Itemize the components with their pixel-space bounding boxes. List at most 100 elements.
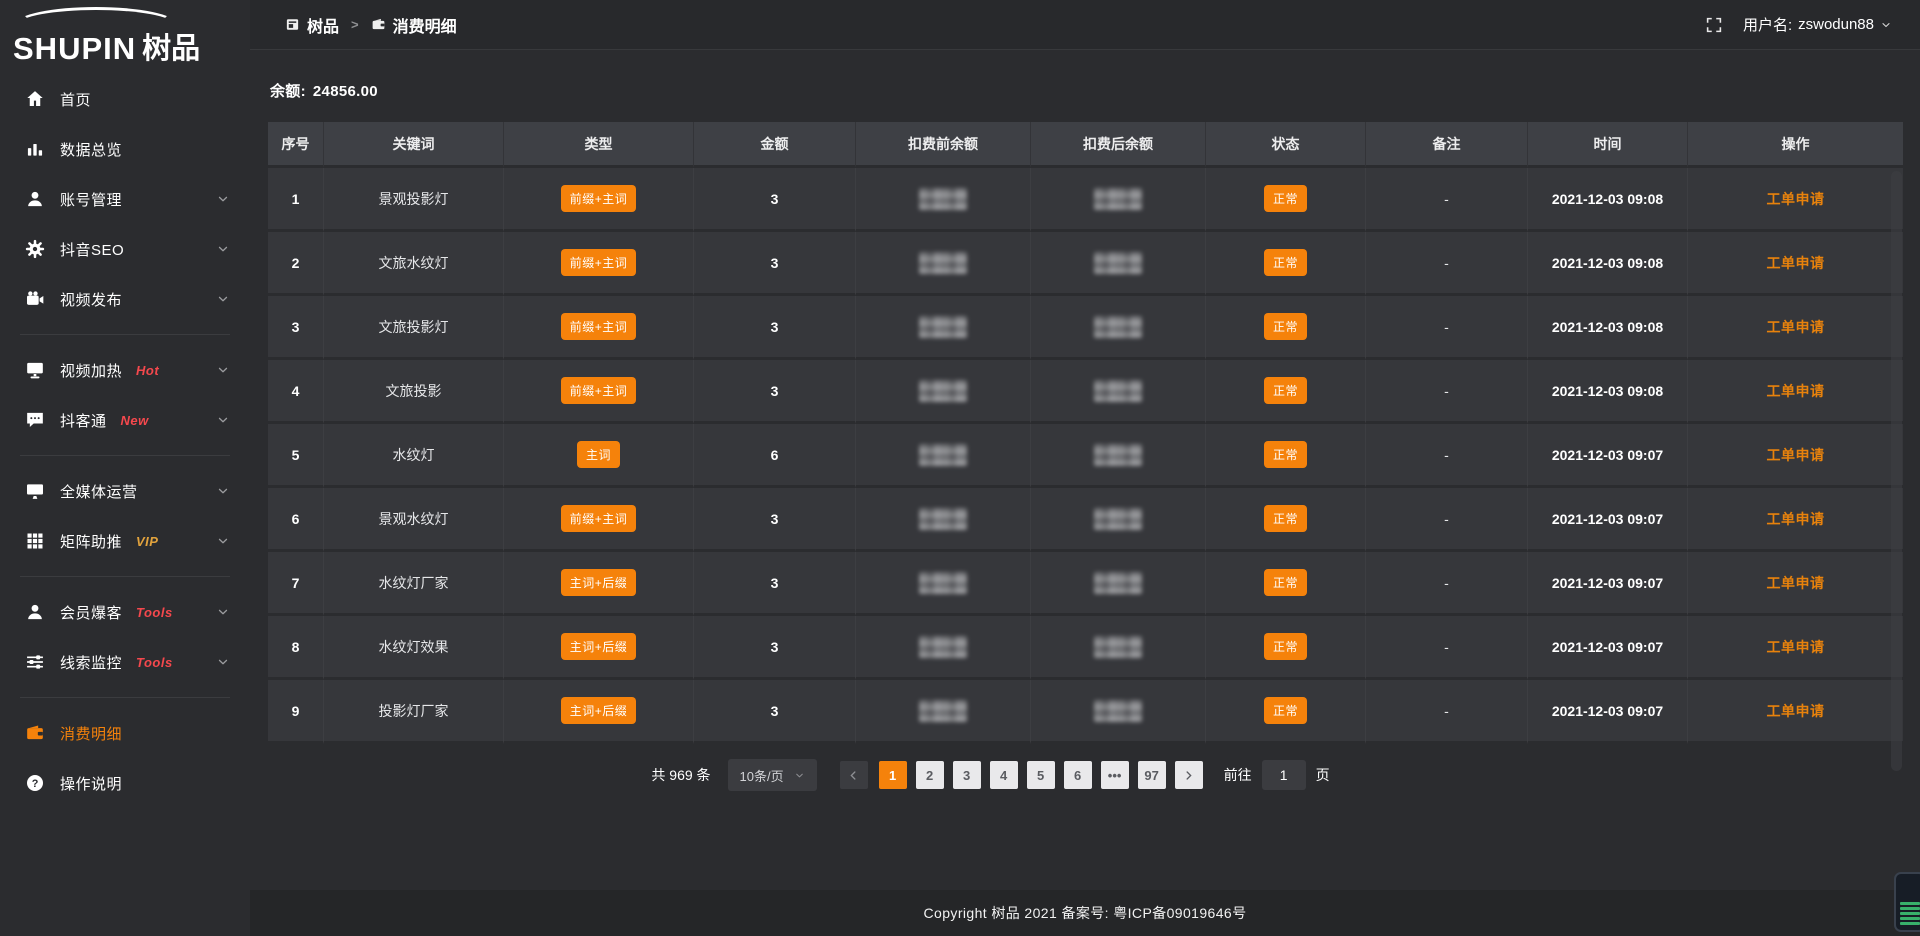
pagination-total: 共 969 条 xyxy=(651,765,710,785)
cell-status: 正常 xyxy=(1206,168,1366,232)
fullscreen-icon[interactable] xyxy=(1705,16,1723,34)
cell-type: 前缀+主词 xyxy=(504,296,694,360)
redacted-balance xyxy=(919,252,967,274)
breadcrumb-root[interactable]: 树品 xyxy=(285,13,339,37)
status-badge: 正常 xyxy=(1264,377,1307,404)
sidebar-item-home[interactable]: 首页 xyxy=(0,74,250,124)
sidebar-item-video-heat[interactable]: 视频加热Hot xyxy=(0,345,250,395)
work-order-link[interactable]: 工单申请 xyxy=(1767,575,1825,591)
balance: 余额:24856.00 xyxy=(270,80,1903,101)
cell-keyword: 文旅投影 xyxy=(324,360,504,424)
cell-note: - xyxy=(1366,168,1528,232)
cell-pre xyxy=(856,168,1031,232)
sidebar-item-video-publish[interactable]: 视频发布 xyxy=(0,274,250,324)
chevron-left-icon xyxy=(847,769,860,782)
page-button-5[interactable]: 5 xyxy=(1027,761,1055,789)
sidebar-item-data-overview[interactable]: 数据总览 xyxy=(0,124,250,174)
cell-index: 6 xyxy=(268,488,324,552)
chevron-down-icon xyxy=(216,534,230,548)
cell-action: 工单申请 xyxy=(1688,360,1903,424)
consume-table-wrap: 序号关键词类型金额扣费前余额扣费后余额状态备注时间操作 1景观投影灯前缀+主词3… xyxy=(268,122,1903,744)
cell-note: - xyxy=(1366,296,1528,360)
page-button-4[interactable]: 4 xyxy=(990,761,1018,789)
table-row: 4文旅投影前缀+主词3正常-2021-12-03 09:08工单申请 xyxy=(268,360,1903,424)
sidebar-item-member-burst[interactable]: 会员爆客Tools xyxy=(0,587,250,637)
sidebar-item-media-operation[interactable]: 全媒体运营 xyxy=(0,466,250,516)
page-buttons: 123456 ••• 97 xyxy=(879,761,1166,789)
page-button-1[interactable]: 1 xyxy=(879,761,907,789)
column-header: 金额 xyxy=(694,122,856,168)
cell-note: - xyxy=(1366,424,1528,488)
cell-index: 3 xyxy=(268,296,324,360)
cell-pre xyxy=(856,360,1031,424)
table-row: 2文旅水纹灯前缀+主词3正常-2021-12-03 09:08工单申请 xyxy=(268,232,1903,296)
work-order-link[interactable]: 工单申请 xyxy=(1767,383,1825,399)
cell-keyword: 投影灯厂家 xyxy=(324,680,504,744)
redacted-balance xyxy=(919,316,967,338)
redacted-balance xyxy=(919,380,967,402)
redacted-balance xyxy=(919,636,967,658)
chevron-down-icon xyxy=(216,192,230,206)
question-icon: ? xyxy=(25,773,45,793)
goto-page-input[interactable] xyxy=(1262,760,1306,790)
sidebar-item-matrix-boost[interactable]: 矩阵助推VIP xyxy=(0,516,250,566)
main-column: 树品 > 消费明细 用户名: zswodun88 余额:24856.00 xyxy=(250,0,1920,936)
sidebar-item-label: 抖客通 xyxy=(60,410,107,431)
chevron-down-icon xyxy=(216,413,230,427)
cell-action: 工单申请 xyxy=(1688,552,1903,616)
scrollbar[interactable] xyxy=(1891,171,1902,771)
cell-keyword: 文旅投影灯 xyxy=(324,296,504,360)
page-size-select[interactable]: 10条/页 xyxy=(728,759,817,791)
breadcrumb: 树品 > 消费明细 xyxy=(285,13,457,37)
sidebar-item-consume-detail[interactable]: 消费明细 xyxy=(0,708,250,758)
sidebar-item-account-manage[interactable]: 账号管理 xyxy=(0,174,250,224)
chevron-down-icon xyxy=(216,363,230,377)
work-order-link[interactable]: 工单申请 xyxy=(1767,255,1825,271)
cell-amount: 3 xyxy=(694,616,856,680)
sidebar-divider xyxy=(20,576,230,577)
type-badge: 前缀+主词 xyxy=(561,505,637,532)
work-order-link[interactable]: 工单申请 xyxy=(1767,511,1825,527)
sidebar-item-label: 账号管理 xyxy=(60,189,122,210)
work-order-link[interactable]: 工单申请 xyxy=(1767,447,1825,463)
cell-status: 正常 xyxy=(1206,680,1366,744)
table-header-row: 序号关键词类型金额扣费前余额扣费后余额状态备注时间操作 xyxy=(268,122,1903,168)
sidebar-item-label: 操作说明 xyxy=(60,773,122,794)
work-order-link[interactable]: 工单申请 xyxy=(1767,703,1825,719)
user-icon xyxy=(25,602,45,622)
redacted-balance xyxy=(1094,188,1142,210)
work-order-link[interactable]: 工单申请 xyxy=(1767,639,1825,655)
table-row: 5水纹灯主词6正常-2021-12-03 09:07工单申请 xyxy=(268,424,1903,488)
wallet-icon xyxy=(371,17,386,32)
sidebar-item-label: 全媒体运营 xyxy=(60,481,138,502)
cell-post xyxy=(1031,296,1206,360)
cell-time: 2021-12-03 09:07 xyxy=(1528,488,1688,552)
next-page-button[interactable] xyxy=(1175,761,1203,789)
breadcrumb-current[interactable]: 消费明细 xyxy=(371,13,457,37)
work-order-link[interactable]: 工单申请 xyxy=(1767,191,1825,207)
sidebar-item-douketong[interactable]: 抖客通New xyxy=(0,395,250,445)
sidebar-item-label: 会员爆客 xyxy=(60,602,122,623)
status-badge: 正常 xyxy=(1264,633,1307,660)
page-ellipsis-button[interactable]: ••• xyxy=(1101,761,1129,789)
sidebar-item-douyin-seo[interactable]: 抖音SEO xyxy=(0,224,250,274)
user-menu[interactable]: 用户名: zswodun88 xyxy=(1743,14,1892,35)
prev-page-button[interactable] xyxy=(840,761,868,789)
page-button-3[interactable]: 3 xyxy=(953,761,981,789)
column-header: 扣费前余额 xyxy=(856,122,1031,168)
column-header: 类型 xyxy=(504,122,694,168)
cell-post xyxy=(1031,232,1206,296)
page-button-2[interactable]: 2 xyxy=(916,761,944,789)
work-order-link[interactable]: 工单申请 xyxy=(1767,319,1825,335)
cell-index: 7 xyxy=(268,552,324,616)
redacted-balance xyxy=(1094,700,1142,722)
redacted-balance xyxy=(1094,508,1142,530)
cell-type: 前缀+主词 xyxy=(504,232,694,296)
sidebar-item-clue-monitor[interactable]: 线索监控Tools xyxy=(0,637,250,687)
page-button-6[interactable]: 6 xyxy=(1064,761,1092,789)
type-badge: 主词+后缀 xyxy=(561,697,637,724)
cell-note: - xyxy=(1366,616,1528,680)
cell-post xyxy=(1031,168,1206,232)
logo[interactable]: SHUPIN 树品 xyxy=(0,6,250,64)
page-button-97[interactable]: 97 xyxy=(1138,761,1166,789)
